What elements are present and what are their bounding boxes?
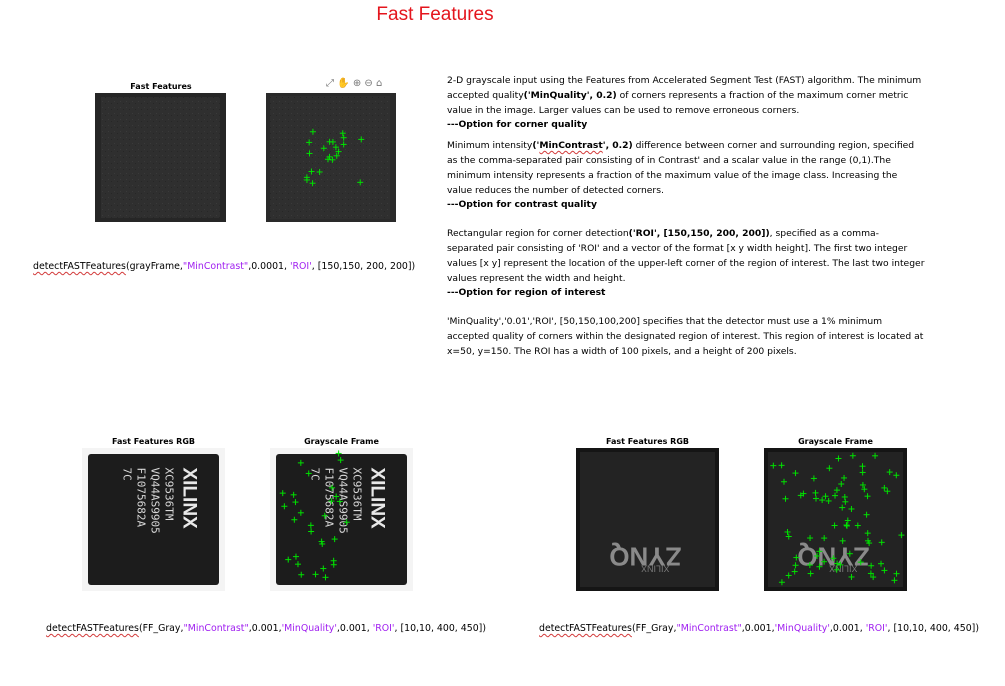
code-param: 'ROI' [286, 261, 312, 272]
bl-title-rgb: Fast Features RGB [112, 437, 195, 446]
chip-line: XC9536TM [163, 468, 176, 521]
option-label: ---Option for region of interest [447, 287, 606, 299]
code-value: ,0.001, [248, 623, 282, 634]
description-block: 2-D grayscale input using the Features f… [447, 74, 925, 360]
code-value: ,0.001, [829, 623, 866, 634]
code-value: , [150,150, 200, 200]) [311, 261, 416, 272]
bl-code-line: detectFASTFeatures(FF_Gray,"MinContrast"… [46, 623, 486, 634]
code-arg: (FF_Gray, [138, 623, 184, 634]
code-value: , [10,10, 400, 450]) [394, 623, 486, 634]
code-param: 'MinQuality' [281, 623, 337, 634]
figure-toolbar: ⤢ ✋ ⊕ ⊖ ⌂ [326, 78, 382, 89]
bl-gray-image: XILINX XC9536TM VQ44AS9905 F1075682A 7C [270, 448, 413, 591]
code-value: ,0.0001, [248, 261, 287, 272]
code-value: ,0.001, [336, 623, 373, 634]
br-title-gray: Grayscale Frame [798, 437, 873, 446]
paragraph-corner-quality: 2-D grayscale input using the Features f… [447, 74, 925, 133]
home-icon[interactable]: ⌂ [376, 78, 382, 89]
br-rgb-image: ZYNQ XILINX [576, 448, 719, 591]
text: Rectangular region for corner detection [447, 228, 629, 240]
paragraph-example: 'MinQuality','0.01','ROI', [50,150,100,2… [447, 316, 924, 357]
param-text: ', 0.2) [602, 140, 633, 152]
top-original-image [95, 93, 226, 222]
param-text: MinContrast [539, 140, 603, 152]
chip-sub-text: XILINX [641, 564, 670, 574]
code-param: 'ROI' [865, 623, 888, 634]
code-value: , [10,10, 400, 450]) [887, 623, 979, 634]
chip-line: 7C [121, 468, 134, 481]
rotate-icon[interactable]: ⤢ [326, 78, 334, 89]
chip-line: VQ44AS9905 [337, 468, 350, 534]
chip-line: VQ44AS9905 [149, 468, 162, 534]
top-code-line: detectFASTFeatures(grayFrame,"MinContras… [33, 261, 415, 272]
chip-line: 7C [309, 468, 322, 481]
code-param: "MinContrast" [182, 261, 249, 272]
code-param: "MinContrast" [676, 623, 742, 634]
top-figure-title: Fast Features [130, 82, 192, 91]
chip-brand-text: XILINX [367, 468, 388, 530]
zoom-out-icon[interactable]: ⊖ [364, 78, 372, 89]
top-features-image [266, 93, 396, 222]
pan-hand-icon[interactable]: ✋ [337, 78, 349, 89]
param-text: ('MinQuality', 0.2) [523, 89, 617, 101]
function-name: detectFASTFeatures [46, 623, 139, 634]
bl-title-gray: Grayscale Frame [304, 437, 379, 446]
code-value: ,0.001, [741, 623, 775, 634]
br-code-line: detectFASTFeatures(FF_Gray,"MinContrast"… [539, 623, 979, 634]
code-param: 'MinQuality' [774, 623, 830, 634]
code-arg: (grayFrame, [125, 261, 183, 272]
function-name: detectFASTFeatures [33, 261, 126, 272]
function-name: detectFASTFeatures [539, 623, 632, 634]
code-param: 'ROI' [372, 623, 395, 634]
br-title-rgb: Fast Features RGB [606, 437, 689, 446]
option-label: ---Option for contrast quality [447, 199, 597, 211]
paragraph-roi: Rectangular region for corner detection(… [447, 227, 925, 301]
code-arg: (FF_Gray, [631, 623, 677, 634]
chip-line: XC9536TM [351, 468, 364, 521]
zoom-in-icon[interactable]: ⊕ [353, 78, 361, 89]
param-text: ('ROI', [150,150, 200, 200]) [628, 228, 770, 240]
page-title: Fast Features [376, 4, 494, 25]
code-param: "MinContrast" [183, 623, 249, 634]
chip-brand-text: XILINX [179, 468, 200, 530]
option-label: ---Option for corner quality [447, 119, 588, 131]
chip-line: F1075682A [135, 468, 148, 528]
bl-rgb-image: XILINX XC9536TM VQ44AS9905 F1075682A 7C [82, 448, 225, 591]
paragraph-contrast-quality: Minimum intensity('MinContrast', 0.2) di… [447, 139, 925, 213]
text: Minimum intensity [447, 140, 533, 152]
br-gray-image: ZYNQ XILINX [764, 448, 907, 591]
